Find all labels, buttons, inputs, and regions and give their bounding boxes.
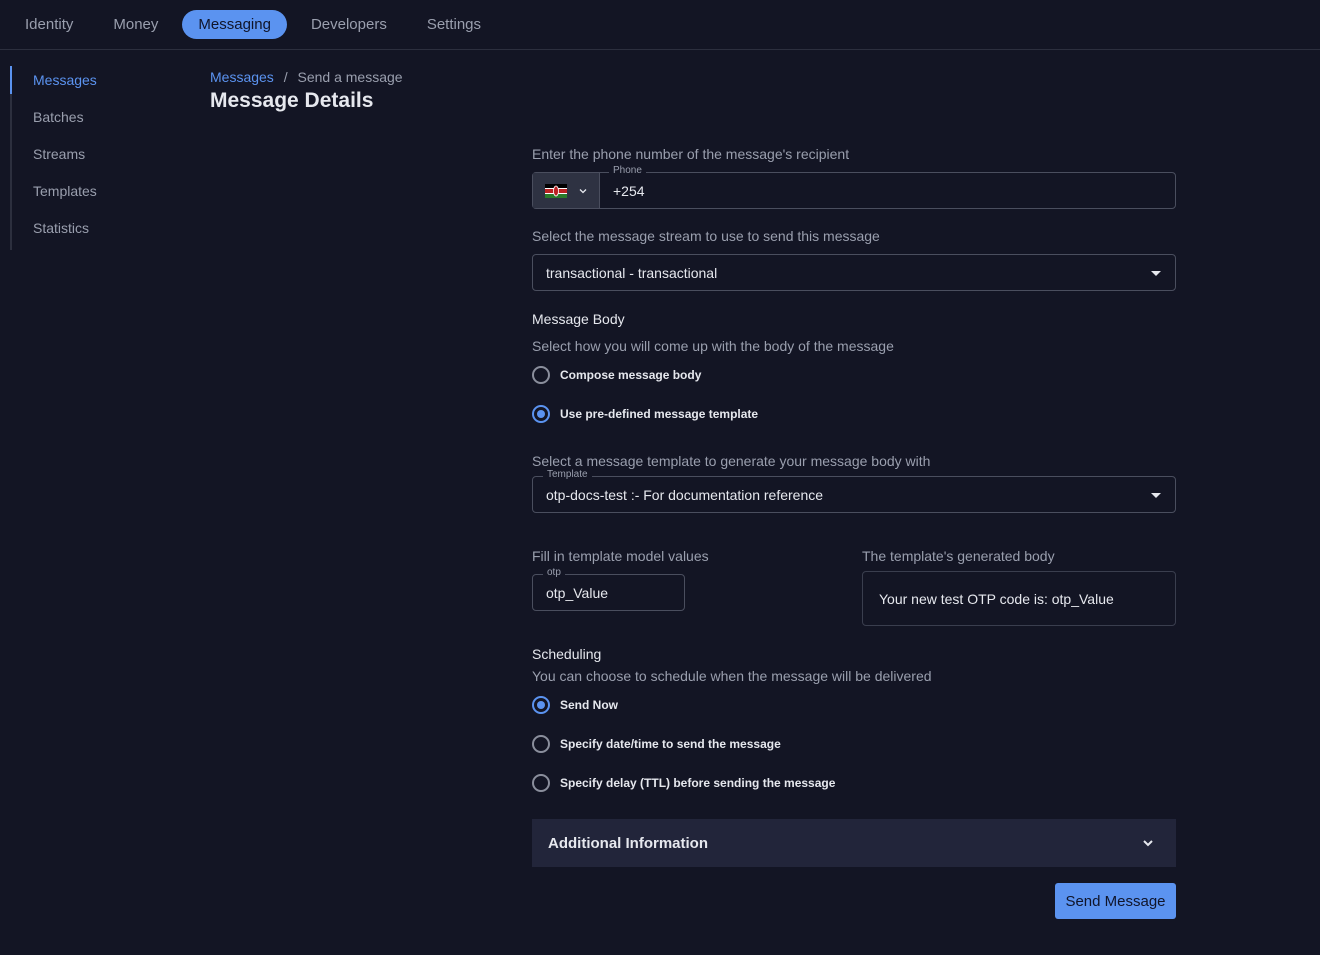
radio-compose[interactable]: Compose message body (532, 366, 701, 384)
generated-body-text: Your new test OTP code is: otp_Value (879, 590, 1114, 607)
model-label: Fill in template model values (532, 548, 709, 564)
stream-select[interactable]: transactional - transactional (532, 254, 1176, 291)
scheduling-subheading: You can choose to schedule when the mess… (532, 668, 932, 684)
tab-money[interactable]: Money (97, 10, 174, 39)
radio-label: Specify date/time to send the message (560, 737, 781, 751)
message-body-subheading: Select how you will come up with the bod… (532, 338, 894, 354)
radio-specify-delay[interactable]: Specify delay (TTL) before sending the m… (532, 774, 835, 792)
radio-label: Specify delay (TTL) before sending the m… (560, 776, 836, 790)
radio-icon (532, 774, 550, 792)
chevron-down-icon (1143, 840, 1153, 847)
message-body-heading: Message Body (532, 311, 625, 327)
radio-icon (532, 366, 550, 384)
caret-down-icon (1151, 270, 1161, 276)
stream-value: transactional - transactional (546, 264, 718, 281)
radio-send-now[interactable]: Send Now (532, 696, 618, 714)
template-float-label: Template (543, 469, 592, 480)
generated-label: The template's generated body (862, 548, 1055, 564)
caret-down-icon (1151, 492, 1161, 498)
breadcrumb-separator: / (283, 69, 288, 85)
page-title: Message Details (210, 89, 374, 112)
radio-label: Send Now (560, 698, 619, 712)
phone-field: Phone +254 (532, 165, 1176, 209)
phone-float-label: Phone (609, 165, 646, 176)
top-nav: Identity Money Messaging Developers Sett… (0, 0, 1320, 50)
additional-information-accordion[interactable]: Additional Information (532, 819, 1176, 867)
kenya-flag-icon (545, 183, 567, 198)
sidebar: Messages Batches Streams Templates Stati… (10, 66, 97, 250)
template-value: otp-docs-test :- For documentation refer… (546, 486, 824, 503)
sidebar-item-batches[interactable]: Batches (12, 103, 97, 140)
radio-icon (532, 735, 550, 753)
radio-template[interactable]: Use pre-defined message template (532, 405, 758, 423)
radio-label: Use pre-defined message template (560, 407, 759, 421)
radio-checked-icon (532, 696, 550, 714)
radio-checked-icon (532, 405, 550, 423)
send-message-button[interactable]: Send Message (1055, 883, 1176, 919)
scheduling-heading: Scheduling (532, 646, 602, 662)
tab-developers[interactable]: Developers (295, 10, 403, 39)
chevron-down-icon (579, 188, 587, 193)
sidebar-item-streams[interactable]: Streams (12, 140, 97, 177)
breadcrumb-current: Send a message (297, 69, 403, 85)
sidebar-item-templates[interactable]: Templates (12, 177, 97, 214)
tab-settings[interactable]: Settings (411, 10, 497, 39)
breadcrumb: Messages / Send a message (210, 69, 403, 85)
tab-messaging[interactable]: Messaging (182, 10, 287, 39)
radio-specify-datetime[interactable]: Specify date/time to send the message (532, 735, 781, 753)
country-select[interactable] (533, 173, 600, 208)
tab-identity[interactable]: Identity (9, 10, 89, 39)
sidebar-item-messages[interactable]: Messages (10, 66, 97, 103)
phone-input[interactable]: +254 (613, 183, 645, 199)
phone-label: Enter the phone number of the message's … (532, 146, 850, 162)
radio-label: Compose message body (560, 368, 702, 382)
stream-label: Select the message stream to use to send… (532, 228, 880, 244)
otp-input[interactable]: otp otp_Value (532, 567, 685, 611)
otp-value: otp_Value (546, 584, 609, 601)
otp-float-label: otp (543, 567, 565, 578)
breadcrumb-messages-link[interactable]: Messages (210, 69, 274, 85)
accordion-title: Additional Information (548, 834, 708, 852)
template-label: Select a message template to generate yo… (532, 453, 931, 469)
template-select[interactable]: Template otp-docs-test :- For documentat… (532, 469, 1176, 513)
sidebar-item-statistics[interactable]: Statistics (12, 214, 97, 251)
generated-body: Your new test OTP code is: otp_Value (862, 571, 1176, 626)
